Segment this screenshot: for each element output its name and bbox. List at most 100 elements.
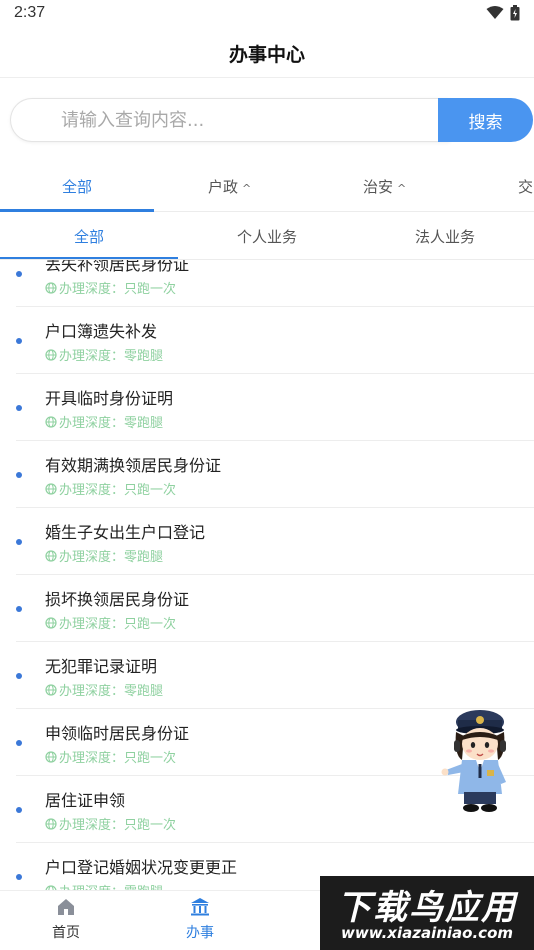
bullet-dot-icon — [16, 807, 22, 813]
list-item[interactable]: 损坏换领居民身份证 办理深度： 只跑一次 — [0, 575, 534, 642]
globe-icon — [45, 817, 57, 830]
police-mascot-image — [441, 710, 506, 812]
tab-label: 交 — [518, 178, 534, 196]
globe-icon — [45, 616, 57, 629]
item-depth: 办理深度： 只跑一次 — [45, 747, 176, 766]
tab-public-security[interactable]: 治安 ^ — [363, 176, 406, 197]
list-item[interactable]: 有效期满换领居民身份证 办理深度： 只跑一次 — [0, 441, 534, 508]
list-item[interactable]: 丢失补领居民身份证办理深度： 只跑一次 — [0, 260, 534, 307]
watermark-title: 下载鸟应用 — [337, 888, 517, 928]
title-bar: 办事中心 — [0, 28, 534, 78]
depth-prefix: 办理深度： — [59, 881, 124, 890]
item-title: 有效期满换领居民身份证 — [45, 456, 222, 475]
battery-icon — [510, 5, 520, 21]
list-item[interactable]: 户口簿遗失补发 办理深度： 零跑腿 — [0, 307, 534, 374]
list-item[interactable]: 婚生子女出生户口登记 办理深度： 零跑腿 — [0, 508, 534, 575]
item-depth: 办理深度：零跑腿 — [45, 412, 163, 431]
search-button[interactable]: 搜索 — [438, 98, 533, 142]
tab-household[interactable]: 户政 ^ — [208, 176, 251, 197]
globe-icon — [45, 683, 57, 696]
item-depth: 办理深度：零跑腿 — [45, 546, 163, 565]
subtab-all[interactable]: 全部 — [0, 226, 178, 247]
status-time: 2:37 — [14, 4, 46, 21]
depth-value: 只跑一次 — [124, 483, 177, 498]
item-title: 无犯罪记录证明 — [45, 657, 158, 676]
bullet-dot-icon — [16, 338, 22, 344]
item-title: 损坏换领居民身份证 — [45, 590, 190, 609]
depth-value: 零跑腿 — [124, 349, 164, 364]
bullet-dot-icon — [16, 472, 22, 478]
subtab-legal-entity[interactable]: 法人业务 — [356, 226, 534, 247]
depth-prefix: 办理深度： — [59, 617, 125, 632]
list-item[interactable]: 无犯罪记录证明 办理深度： 零跑腿 — [0, 642, 534, 709]
caret-up-icon: ^ — [397, 182, 407, 195]
tab-traffic[interactable]: 交 — [518, 176, 533, 197]
tab-all[interactable]: 全部 — [62, 176, 92, 197]
nav-label: 首页 — [52, 925, 80, 941]
item-depth: 办理深度：零跑腿 — [45, 881, 163, 890]
depth-prefix: 办理深度： — [59, 751, 125, 766]
page-title: 办事中心 — [228, 44, 305, 66]
globe-icon — [45, 482, 57, 495]
nav-home[interactable]: 首页 — [31, 895, 101, 942]
bullet-dot-icon — [16, 740, 22, 746]
bullet-dot-icon — [16, 874, 22, 880]
depth-prefix: 办理深度： — [59, 282, 125, 297]
depth-value: 只跑一次 — [124, 617, 177, 632]
tab-label: 治安 — [363, 178, 394, 196]
depth-prefix: 办理深度： — [59, 416, 125, 431]
watermark-url: www.xiazainiao.com — [340, 924, 514, 942]
item-depth: 办理深度： 只跑一次 — [45, 479, 176, 498]
subtab-indicator — [0, 257, 178, 259]
globe-icon — [45, 348, 57, 361]
home-icon — [58, 899, 74, 915]
item-title: 户口簿遗失补发 — [45, 322, 158, 341]
globe-icon — [45, 549, 57, 562]
globe-icon — [45, 415, 57, 428]
bullet-dot-icon — [16, 271, 22, 277]
depth-value: 零跑腿 — [124, 684, 164, 699]
bullet-dot-icon — [16, 673, 22, 679]
item-title: 婚生子女出生户口登记 — [45, 523, 206, 542]
subtab-personal[interactable]: 个人业务 — [178, 226, 356, 247]
depth-prefix: 办理深度： — [59, 818, 125, 833]
tab-label: 全部 — [62, 178, 93, 196]
depth-prefix: 办理深度： — [59, 550, 125, 565]
caret-up-icon: ^ — [242, 182, 252, 195]
globe-icon — [45, 750, 57, 763]
status-bar: 2:37 — [0, 0, 534, 28]
depth-prefix: 办理深度： — [59, 684, 125, 699]
category-tabs: 全部 户政 ^ 治安 ^ 交 — [0, 162, 534, 212]
item-depth: 办理深度： 只跑一次 — [45, 278, 176, 297]
item-depth: 办理深度： 只跑一次 — [45, 613, 176, 632]
bullet-dot-icon — [16, 606, 22, 612]
item-title: 户口登记婚姻状况变更更正 — [45, 858, 238, 877]
item-depth: 办理深度：零跑腿 — [45, 345, 163, 364]
list-item[interactable]: 开具临时身份证明 办理深度： 零跑腿 — [0, 374, 534, 441]
watermark-logo: 下载鸟应用 www.xiazainiao.com — [320, 876, 534, 950]
depth-value: 只跑一次 — [124, 751, 177, 766]
nav-services[interactable]: 办事 — [165, 895, 235, 942]
sub-tabs: 全部 个人业务 法人业务 — [0, 212, 534, 260]
bullet-dot-icon — [16, 405, 22, 411]
bullet-dot-icon — [16, 539, 22, 545]
nav-label: 办事 — [186, 925, 214, 941]
status-icons — [486, 5, 520, 21]
tab-label: 户政 — [208, 178, 239, 196]
depth-value: 零跑腿 — [124, 550, 164, 565]
wifi-icon — [486, 6, 504, 19]
depth-prefix: 办理深度： — [59, 349, 125, 364]
item-title: 丢失补领居民身份证 — [45, 260, 190, 274]
depth-value: 零跑腿 — [124, 416, 164, 431]
item-depth: 办理深度： 只跑一次 — [45, 814, 176, 833]
item-title: 申领临时居民身份证 — [45, 724, 190, 743]
item-title: 开具临时身份证明 — [45, 389, 174, 408]
item-title: 居住证申领 — [45, 791, 126, 810]
item-depth: 办理深度：零跑腿 — [45, 680, 163, 699]
depth-value: 只跑一次 — [124, 818, 177, 833]
globe-icon — [45, 281, 57, 294]
government-building-icon — [191, 898, 209, 916]
search-bar: 搜索 — [10, 98, 533, 142]
depth-prefix: 办理深度： — [59, 483, 125, 498]
search-input[interactable] — [10, 98, 450, 142]
